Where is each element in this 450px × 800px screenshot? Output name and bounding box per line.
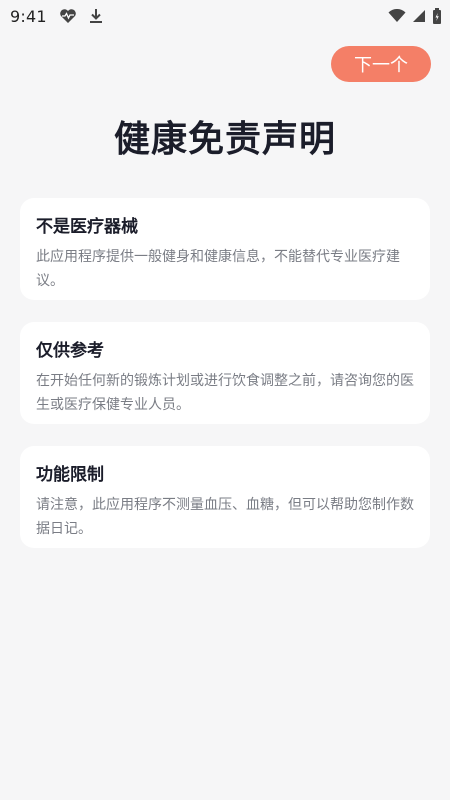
- status-right: [388, 8, 442, 24]
- heart-rate-icon: [59, 8, 77, 24]
- card-title: 不是医疗器械: [36, 217, 138, 237]
- signal-icon: [412, 9, 426, 23]
- battery-icon: [432, 8, 442, 24]
- disclaimer-card-function-limits: 功能限制 请注意，此应用程序不测量血压、血糖，但可以帮助您制作数据日记。: [20, 446, 430, 548]
- card-body: 请注意，此应用程序不测量血压、血糖，但可以帮助您制作数据日记。: [36, 497, 414, 537]
- download-icon: [89, 8, 103, 24]
- card-title: 功能限制: [36, 465, 104, 485]
- status-bar: 9:41: [0, 0, 450, 32]
- bottom-bar: [0, 796, 450, 800]
- disclaimer-card-not-medical-device: 不是医疗器械 此应用程序提供一般健身和健康信息，不能替代专业医疗建议。: [20, 198, 430, 300]
- next-button[interactable]: 下一个: [331, 46, 431, 82]
- status-left: 9:41: [10, 7, 103, 26]
- card-title: 仅供参考: [36, 341, 104, 361]
- disclaimer-card-reference-only: 仅供参考 在开始任何新的锻炼计划或进行饮食调整之前，请咨询您的医生或医疗保健专业…: [20, 322, 430, 424]
- page-title: 健康免责声明: [113, 119, 336, 160]
- status-time: 9:41: [10, 6, 47, 26]
- card-body: 在开始任何新的锻炼计划或进行饮食调整之前，请咨询您的医生或医疗保健专业人员。: [36, 373, 414, 413]
- wifi-icon: [388, 9, 406, 23]
- card-body: 此应用程序提供一般健身和健康信息，不能替代专业医疗建议。: [36, 249, 400, 289]
